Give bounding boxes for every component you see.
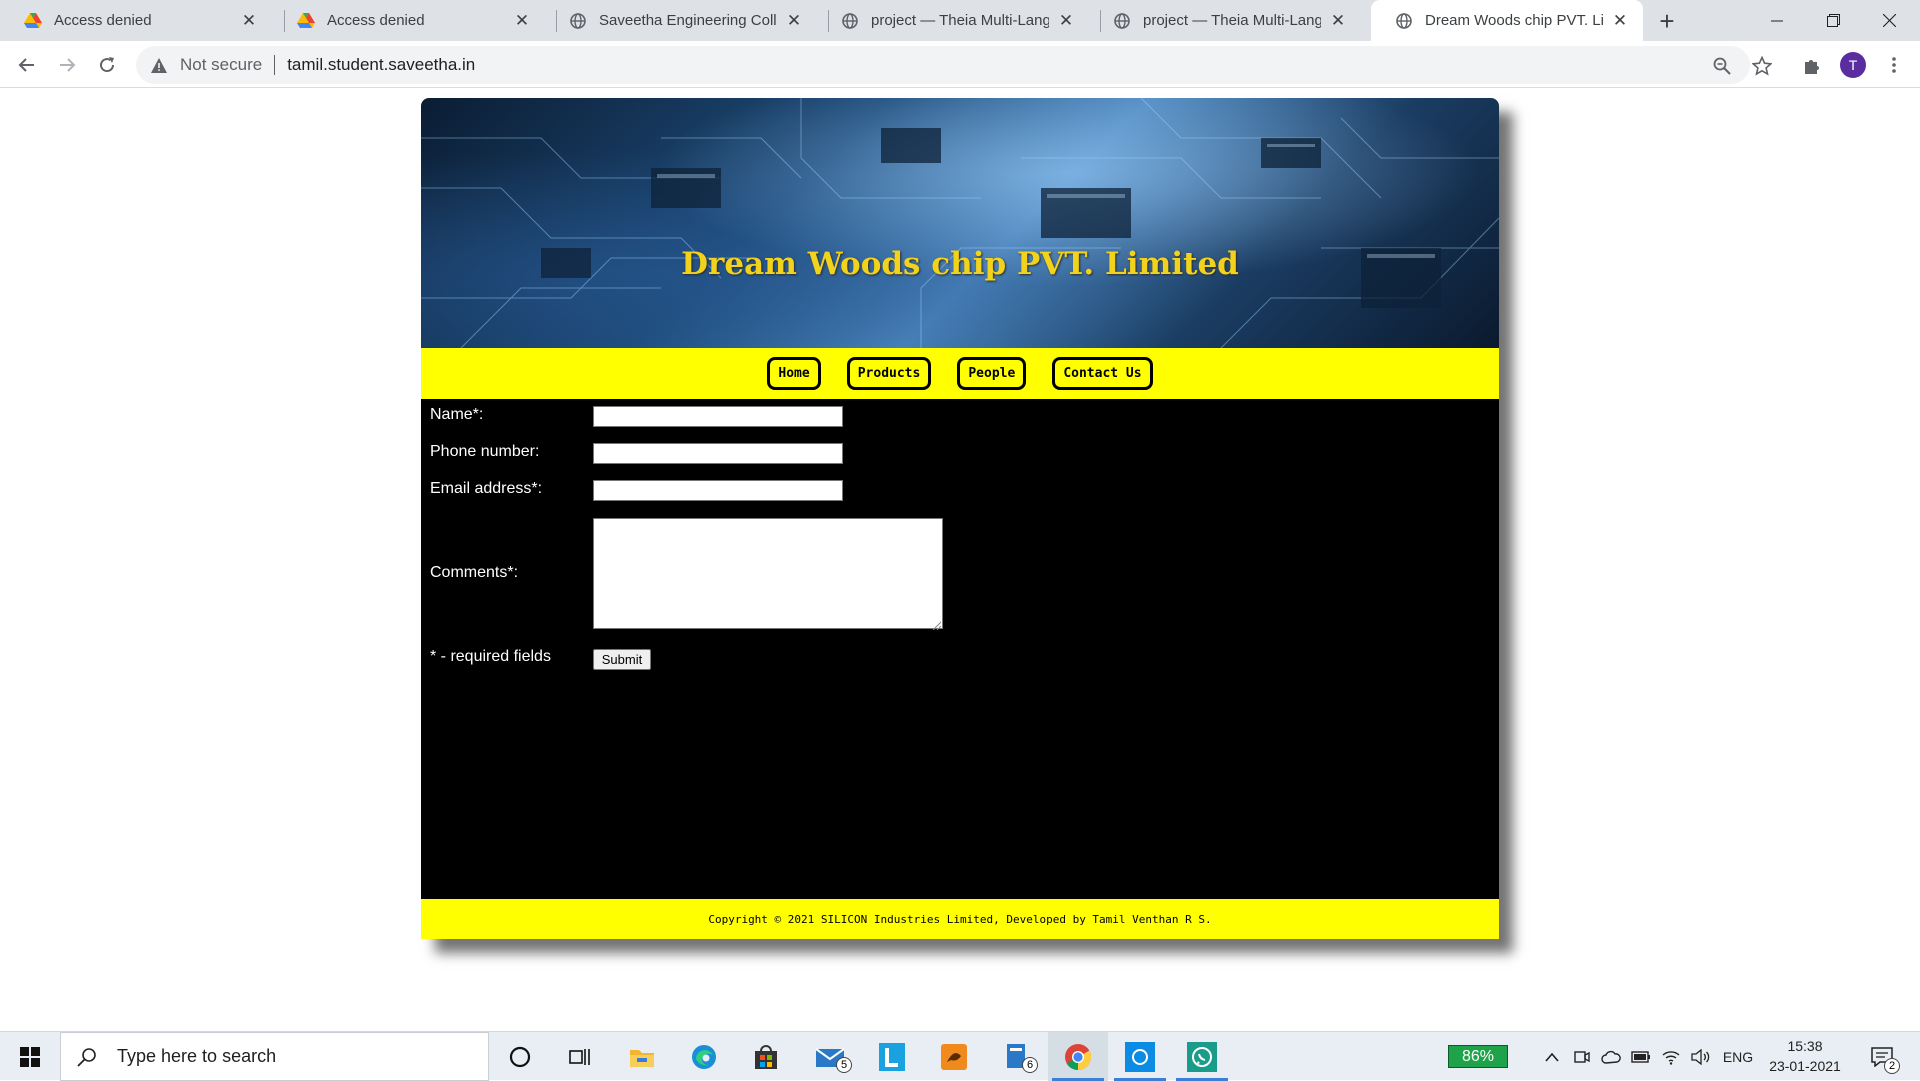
close-icon[interactable]: ✕ [240, 11, 258, 30]
page-viewport: Dream Woods chip PVT. Limited Home Produ… [0, 89, 1920, 1031]
onedrive-icon[interactable] [1598, 1032, 1624, 1081]
battery-icon[interactable] [1628, 1032, 1654, 1081]
files-badge: 6 [1022, 1057, 1038, 1073]
email-field[interactable] [593, 480, 843, 501]
taskbar-search-box[interactable]: Type here to search [60, 1032, 489, 1081]
close-window-icon[interactable] [1862, 0, 1916, 41]
files-app-icon[interactable]: 6 [986, 1032, 1046, 1081]
edge-browser-icon[interactable] [674, 1032, 734, 1081]
url-text[interactable]: tamil.student.saveetha.in [287, 55, 475, 75]
nav-home-button[interactable]: Home [767, 357, 821, 390]
forward-icon[interactable] [51, 49, 83, 81]
name-label: Name*: [430, 406, 484, 423]
nav-products-button[interactable]: Products [846, 357, 932, 390]
zoom-icon[interactable] [1711, 55, 1733, 77]
mail-icon[interactable]: 5 [800, 1032, 860, 1081]
wifi-icon[interactable] [1658, 1032, 1684, 1081]
google-drive-icon [297, 12, 315, 30]
close-icon[interactable]: ✕ [1057, 11, 1075, 30]
name-field[interactable] [593, 406, 843, 427]
omnibox-divider [274, 55, 276, 75]
reload-icon[interactable] [91, 49, 123, 81]
nav-people-button[interactable]: People [957, 357, 1027, 390]
site-nav: Home Products People Contact Us [421, 348, 1499, 399]
task-view-icon[interactable] [550, 1032, 610, 1081]
mail-badge: 5 [836, 1057, 852, 1073]
notification-center-icon[interactable]: 2 [1862, 1032, 1902, 1081]
resize-grip-icon[interactable] [931, 617, 942, 631]
cortana-icon[interactable] [490, 1032, 550, 1081]
globe-icon [1395, 12, 1413, 30]
tab-title: Saveetha Engineering College [599, 12, 777, 29]
browser-toolbar: Not secure tamil.student.saveetha.in T [0, 41, 1920, 88]
notification-badge: 2 [1884, 1058, 1900, 1074]
chrome-icon[interactable] [1048, 1032, 1108, 1081]
required-fields-note: * - required fields [430, 648, 551, 665]
extensions-icon[interactable] [1796, 49, 1828, 81]
restore-icon[interactable] [1806, 0, 1860, 41]
clock-time: 15:38 [1787, 1038, 1823, 1054]
browser-tab[interactable]: Saveetha Engineering College ✕ [545, 0, 817, 41]
system-clock[interactable]: 15:38 23-01-2021 [1760, 1036, 1850, 1076]
browser-tab[interactable]: Access denied ✕ [0, 0, 272, 41]
zoom-meeting-icon[interactable] [1110, 1032, 1170, 1081]
submit-button[interactable]: Submit [593, 649, 651, 670]
back-icon[interactable] [11, 49, 43, 81]
globe-icon [841, 12, 859, 30]
close-icon[interactable]: ✕ [785, 11, 803, 30]
profile-avatar[interactable]: T [1840, 52, 1866, 78]
header-banner: Dream Woods chip PVT. Limited [421, 98, 1499, 348]
warning-icon[interactable] [150, 56, 168, 74]
close-icon[interactable]: ✕ [513, 11, 531, 30]
new-tab-button[interactable]: + [1653, 6, 1681, 36]
tab-title: Access denied [327, 12, 425, 29]
contact-form: Name*: Phone number: Email address*: Com… [421, 399, 1499, 899]
meet-now-icon[interactable] [1570, 1032, 1594, 1081]
comments-textarea[interactable] [593, 518, 943, 631]
tab-title: project — Theia Multi-Language [871, 12, 1049, 29]
site-container: Dream Woods chip PVT. Limited Home Produ… [421, 98, 1499, 939]
security-status-label: Not secure [180, 55, 263, 74]
email-label: Email address*: [430, 480, 543, 497]
file-explorer-icon[interactable] [612, 1032, 672, 1081]
clock-date: 23-01-2021 [1769, 1058, 1841, 1074]
windows-start-icon[interactable] [0, 1032, 60, 1081]
browser-tab[interactable]: project — Theia Multi-Language ✕ [1089, 0, 1361, 41]
chevron-up-icon[interactable] [1540, 1032, 1564, 1081]
app-l-icon[interactable] [862, 1032, 922, 1081]
search-icon [77, 1047, 97, 1067]
site-footer: Copyright © 2021 SILICON Industries Limi… [421, 899, 1499, 939]
site-title: Dream Woods chip PVT. Limited [681, 246, 1239, 282]
more-menu-icon[interactable] [1878, 49, 1910, 81]
globe-icon [1113, 12, 1131, 30]
phone-label: Phone number: [430, 443, 540, 460]
tab-title: project — Theia Multi-Language [1143, 12, 1321, 29]
comments-label: Comments*: [430, 564, 519, 581]
google-drive-icon [24, 12, 42, 30]
search-placeholder: Type here to search [117, 1046, 277, 1066]
circuit-board-image [421, 98, 1499, 348]
browser-tab-strip: Access denied ✕ Access denied ✕ Saveetha… [0, 0, 1920, 41]
close-icon[interactable]: ✕ [1329, 11, 1347, 30]
phone-field[interactable] [593, 443, 843, 464]
address-bar[interactable]: Not secure tamil.student.saveetha.in [136, 46, 1772, 84]
nav-contact-us-button[interactable]: Contact Us [1052, 357, 1153, 390]
battery-indicator[interactable]: 86% [1448, 1045, 1508, 1068]
close-icon[interactable]: ✕ [1611, 11, 1629, 30]
minimize-icon[interactable] [1750, 0, 1804, 41]
volume-icon[interactable] [1688, 1032, 1714, 1081]
tab-title: Access denied [54, 12, 152, 29]
bookmark-star-icon[interactable] [1751, 55, 1773, 77]
microsoft-store-icon[interactable] [736, 1032, 796, 1081]
browser-tab-active[interactable]: Dream Woods chip PVT. Limited ✕ [1371, 0, 1643, 41]
windows-taskbar: Type here to search 5 6 86% ENG 15:38 23… [0, 1031, 1920, 1081]
tab-title: Dream Woods chip PVT. Limited [1425, 12, 1603, 29]
app-orange-icon[interactable] [924, 1032, 984, 1081]
whatsapp-icon[interactable] [1172, 1032, 1232, 1081]
browser-tab[interactable]: Access denied ✕ [273, 0, 545, 41]
globe-icon [569, 12, 587, 30]
browser-tab[interactable]: project — Theia Multi-Language ✕ [817, 0, 1089, 41]
language-indicator[interactable]: ENG [1718, 1032, 1758, 1081]
